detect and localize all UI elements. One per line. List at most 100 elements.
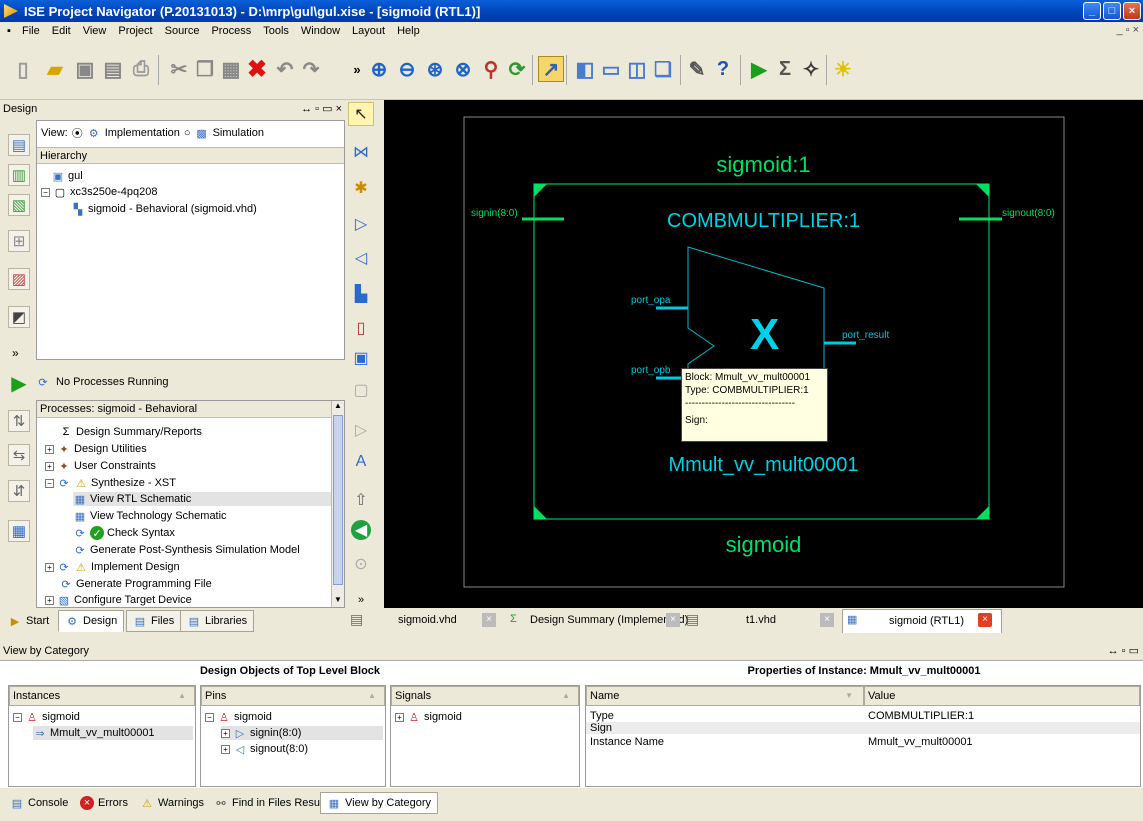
- process-tool-1-icon[interactable]: ⇅: [8, 410, 30, 432]
- expand-forward-icon[interactable]: ▷: [348, 212, 374, 236]
- tab-sigmoid-vhd[interactable]: sigmoid.vhd: [398, 614, 457, 626]
- simulation-radio[interactable]: ○: [184, 127, 191, 139]
- tab-files[interactable]: ▤ Files: [126, 610, 182, 632]
- tree-item-device[interactable]: − ▢ xc3s250e-4pq208: [41, 185, 157, 199]
- process-design-summary[interactable]: Σ Design Summary/Reports: [59, 425, 202, 439]
- process-tool-2-icon[interactable]: ⇆: [8, 444, 30, 466]
- process-post-synth-sim[interactable]: ⟳ Generate Post-Synthesis Simulation Mode…: [73, 543, 299, 557]
- menu-view[interactable]: View: [77, 25, 113, 37]
- expand-icon[interactable]: +: [221, 728, 230, 738]
- push-into-icon[interactable]: ▙: [348, 282, 374, 306]
- tab-view-by-category[interactable]: ▦ View by Category: [320, 792, 439, 814]
- expand-icon[interactable]: +: [45, 461, 54, 471]
- select-arrow-icon[interactable]: ↖: [348, 102, 374, 126]
- back-icon[interactable]: ◀: [351, 520, 371, 540]
- process-programming-file[interactable]: ⟳ Generate Programming File: [59, 577, 211, 591]
- zoom-selection-icon[interactable]: ⊗: [450, 56, 476, 82]
- process-implement[interactable]: + ⟳ ⚠ Implement Design: [45, 560, 180, 574]
- up-level-icon[interactable]: ⇧: [348, 488, 374, 512]
- sigma-icon[interactable]: Σ: [772, 56, 798, 82]
- close-tab-icon[interactable]: ×: [482, 613, 496, 627]
- collapse-icon[interactable]: −: [205, 712, 214, 722]
- minimize-button[interactable]: _: [1083, 2, 1101, 20]
- tab-design-summary[interactable]: Design Summary (Implemented): [530, 614, 688, 626]
- scroll-thumb[interactable]: [333, 415, 343, 585]
- panel-controls-icon[interactable]: ↔ ▫ ▭ ×: [301, 100, 342, 118]
- expand-icon[interactable]: +: [221, 744, 230, 754]
- process-view-tech[interactable]: ▦ View Technology Schematic: [73, 509, 227, 523]
- tab-warnings[interactable]: ⚠ Warnings: [134, 792, 210, 814]
- menu-layout[interactable]: Layout: [346, 25, 391, 37]
- layout-vertical-icon[interactable]: ◫: [624, 56, 650, 82]
- refresh-icon[interactable]: ⟳: [504, 56, 530, 82]
- menu-project[interactable]: Project: [112, 25, 158, 37]
- tab-t1-vhd[interactable]: t1.vhd: [746, 614, 776, 626]
- name-column-header[interactable]: Name: [590, 690, 619, 702]
- undo-icon[interactable]: ↶: [272, 56, 298, 82]
- maximize-button[interactable]: □: [1103, 2, 1121, 20]
- tab-start[interactable]: ▶ Start: [2, 610, 55, 632]
- zoom-out-icon[interactable]: ⊖: [394, 56, 420, 82]
- process-view-rtl[interactable]: ▦ View RTL Schematic: [73, 492, 331, 506]
- menu-process[interactable]: Process: [205, 25, 257, 37]
- delete-icon[interactable]: ✖: [244, 56, 270, 83]
- tree-item-sigmoid[interactable]: ▚ sigmoid - Behavioral (sigmoid.vhd): [71, 202, 257, 216]
- menu-edit[interactable]: Edit: [46, 25, 77, 37]
- run-process-icon[interactable]: ▶: [8, 372, 30, 395]
- expand-back-icon[interactable]: ◁: [348, 246, 374, 270]
- scroll-down-icon[interactable]: ▼: [332, 595, 344, 607]
- print-icon[interactable]: ⎙: [128, 56, 154, 82]
- zoom-in-icon[interactable]: ⊕: [366, 56, 392, 82]
- remove-source-icon[interactable]: ▨: [8, 268, 30, 290]
- process-user-constraints[interactable]: + ✦ User Constraints: [45, 459, 156, 473]
- tab-design[interactable]: ⚙ Design: [58, 610, 125, 632]
- mdi-controls-icon[interactable]: _ ▫ ×: [1116, 24, 1139, 36]
- tab-find-in-files[interactable]: ⚯ Find in Files Results: [208, 792, 337, 814]
- tree-item-project[interactable]: ▣ gul: [51, 169, 83, 183]
- menu-file[interactable]: File: [16, 25, 46, 37]
- tab-console[interactable]: ▤ Console: [4, 792, 74, 814]
- expand-icon[interactable]: +: [395, 712, 404, 722]
- text-tool-icon[interactable]: A: [348, 450, 374, 474]
- remove-block-icon[interactable]: ▯: [348, 316, 374, 340]
- open-folder-icon[interactable]: ▰: [42, 56, 68, 82]
- instance-mult[interactable]: ⇒ Mmult_vv_mult00001: [33, 726, 193, 740]
- expand-icon[interactable]: +: [45, 444, 54, 454]
- cut-icon[interactable]: ✂: [166, 56, 192, 82]
- redo-icon[interactable]: ↷: [298, 56, 324, 82]
- pin-signout[interactable]: + ◁ signout(8:0): [221, 742, 308, 756]
- analyzer-icon[interactable]: ✧: [798, 56, 824, 82]
- layout-horizontal-icon[interactable]: ▭: [598, 56, 624, 82]
- add-source-icon[interactable]: ▤: [8, 134, 30, 156]
- properties-icon[interactable]: ◩: [8, 306, 30, 328]
- menu-window[interactable]: Window: [295, 25, 346, 37]
- new-source-icon[interactable]: ▧: [8, 194, 30, 216]
- expand-icon[interactable]: +: [45, 562, 54, 572]
- layout-tile-icon[interactable]: ◧: [572, 56, 598, 82]
- process-configure-device[interactable]: + ▧ Configure Target Device: [45, 593, 192, 607]
- new-file-icon[interactable]: ▯: [10, 56, 36, 82]
- lightbulb-icon[interactable]: ☀: [830, 56, 856, 82]
- process-check-syntax[interactable]: ⟳ ✓ Check Syntax: [73, 526, 175, 540]
- zoom-box-icon[interactable]: ⚲: [478, 56, 504, 82]
- close-button[interactable]: ×: [1123, 2, 1141, 20]
- collapse-icon[interactable]: −: [41, 187, 50, 197]
- collapse-icon[interactable]: −: [45, 478, 54, 488]
- pin-sigmoid[interactable]: − ♙ sigmoid: [205, 710, 272, 724]
- help-pointer-icon[interactable]: ?: [710, 56, 736, 82]
- value-column-header[interactable]: Value: [868, 690, 895, 702]
- signal-sigmoid[interactable]: + ♙ sigmoid: [395, 710, 462, 724]
- save-all-icon[interactable]: ▤: [100, 56, 126, 82]
- process-tool-3-icon[interactable]: ⇵: [8, 480, 30, 502]
- schematic-canvas[interactable]: sigmoid:1 COMBMULTIPLIER:1 signin(8:0) s…: [384, 100, 1143, 608]
- tools-icon[interactable]: ✎: [684, 56, 710, 82]
- paste-icon[interactable]: ▦: [218, 56, 244, 82]
- collapse-chevron-icon[interactable]: »: [12, 346, 19, 360]
- scroll-up-icon[interactable]: ▲: [332, 401, 344, 413]
- hierarchy-expand-icon[interactable]: ⊞: [8, 230, 30, 252]
- select-tool-icon[interactable]: ↗: [538, 56, 564, 82]
- run-icon[interactable]: ▶: [746, 56, 772, 82]
- zoom-full-icon[interactable]: ⊛: [422, 56, 448, 82]
- tab-libraries[interactable]: ▤ Libraries: [180, 610, 255, 632]
- forward-icon[interactable]: ⊙: [348, 552, 374, 576]
